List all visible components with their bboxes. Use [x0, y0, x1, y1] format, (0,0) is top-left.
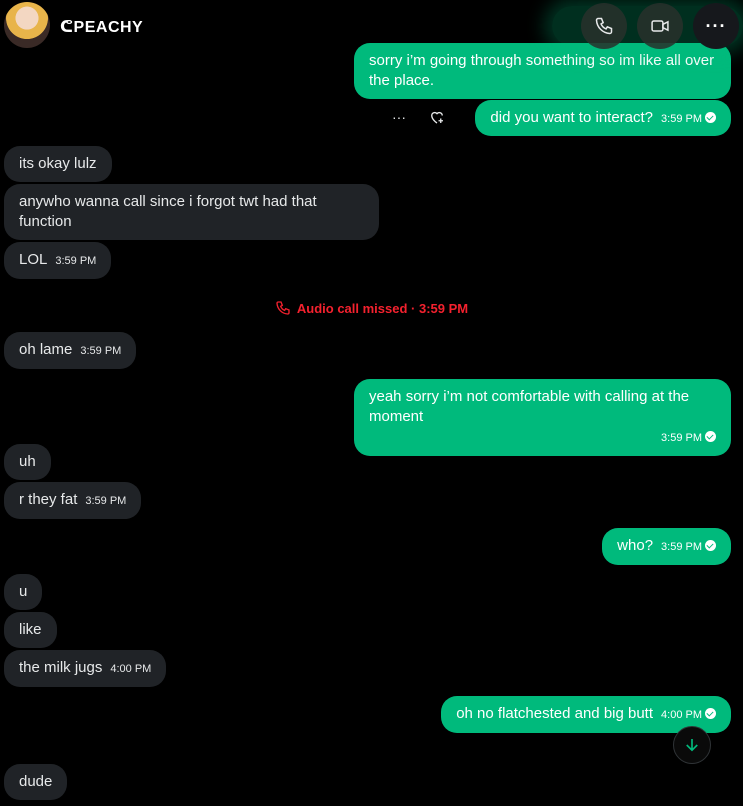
- message-bubble-incoming[interactable]: the milk jugs 4:00 PM: [4, 650, 167, 687]
- message-time: 3:59 PM: [661, 541, 702, 553]
- message-bubble-incoming[interactable]: uh: [4, 444, 51, 480]
- missed-call-icon: [276, 301, 290, 315]
- message-bubble-outgoing[interactable]: yeah sorry i’m not comfortable with call…: [354, 379, 731, 456]
- video-call-button[interactable]: [637, 3, 683, 49]
- conversation-title[interactable]: ᕦPEACHY: [60, 17, 143, 37]
- message-text: sorry i’m going through something so im …: [369, 52, 715, 89]
- message-text: like: [19, 621, 42, 638]
- message-bubble-incoming[interactable]: r they fat 3:59 PM: [4, 482, 142, 519]
- more-options-button[interactable]: ···: [693, 3, 739, 49]
- message-time: 4:00 PM: [661, 709, 702, 721]
- read-check-icon: [705, 112, 716, 123]
- missed-call-notice: Audio call missed · 3:59 PM: [0, 300, 743, 316]
- react-heart-icon[interactable]: [428, 108, 446, 126]
- scroll-to-bottom-button[interactable]: [673, 726, 711, 764]
- read-check-icon: [705, 540, 716, 551]
- message-bubble-incoming[interactable]: oh lame 3:59 PM: [4, 332, 137, 369]
- message-time: 3:59 PM: [85, 495, 127, 507]
- message-time: 3:59 PM: [661, 113, 702, 125]
- read-check-icon: [705, 708, 716, 719]
- message-bubble-outgoing[interactable]: did you want to interact? 3:59 PM: [475, 100, 731, 136]
- message-time: 3:59 PM: [80, 345, 122, 357]
- message-text: the milk jugs: [19, 659, 103, 676]
- arrow-down-icon: [686, 739, 698, 752]
- more-icon: ···: [705, 15, 727, 36]
- message-text: oh lame: [19, 341, 73, 358]
- message-bubble-incoming[interactable]: anywho wanna call since i forgot twt had…: [4, 184, 379, 240]
- message-text: did you want to interact?: [490, 109, 654, 126]
- message-bubble-incoming[interactable]: u: [4, 574, 43, 610]
- message-text: u: [19, 583, 28, 600]
- message-bubble-incoming[interactable]: like: [4, 612, 57, 648]
- message-more-icon[interactable]: ···: [392, 109, 406, 125]
- message-bubble-incoming[interactable]: LOL 3:59 PM: [4, 242, 112, 279]
- audio-call-button[interactable]: [581, 3, 627, 49]
- profile-avatar[interactable]: [4, 2, 50, 48]
- message-bubble-incoming[interactable]: its okay lulz: [4, 146, 112, 182]
- message-actions: ···: [392, 108, 446, 126]
- phone-icon: [595, 17, 613, 35]
- message-text: who?: [617, 537, 654, 554]
- message-text: its okay lulz: [19, 155, 97, 172]
- message-text: uh: [19, 453, 36, 470]
- message-bubble-incoming[interactable]: dude: [4, 764, 68, 800]
- message-text: anywho wanna call since i forgot twt had…: [19, 193, 317, 230]
- message-time: 3:59 PM: [661, 432, 702, 444]
- read-check-icon: [705, 431, 716, 442]
- message-text: LOL: [19, 251, 48, 268]
- conversation-header: ᕦPEACHY ···: [0, 0, 743, 52]
- message-text: dude: [19, 773, 53, 790]
- message-text: r they fat: [19, 491, 78, 508]
- message-time: 4:00 PM: [110, 663, 152, 675]
- message-bubble-outgoing[interactable]: who? 3:59 PM: [602, 528, 731, 565]
- message-text: yeah sorry i’m not comfortable with call…: [369, 388, 690, 425]
- message-text: oh no flatchested and big butt: [456, 705, 654, 722]
- video-camera-icon: [651, 20, 669, 32]
- missed-call-text: Audio call missed · 3:59 PM: [296, 301, 469, 316]
- message-time: 3:59 PM: [55, 255, 97, 267]
